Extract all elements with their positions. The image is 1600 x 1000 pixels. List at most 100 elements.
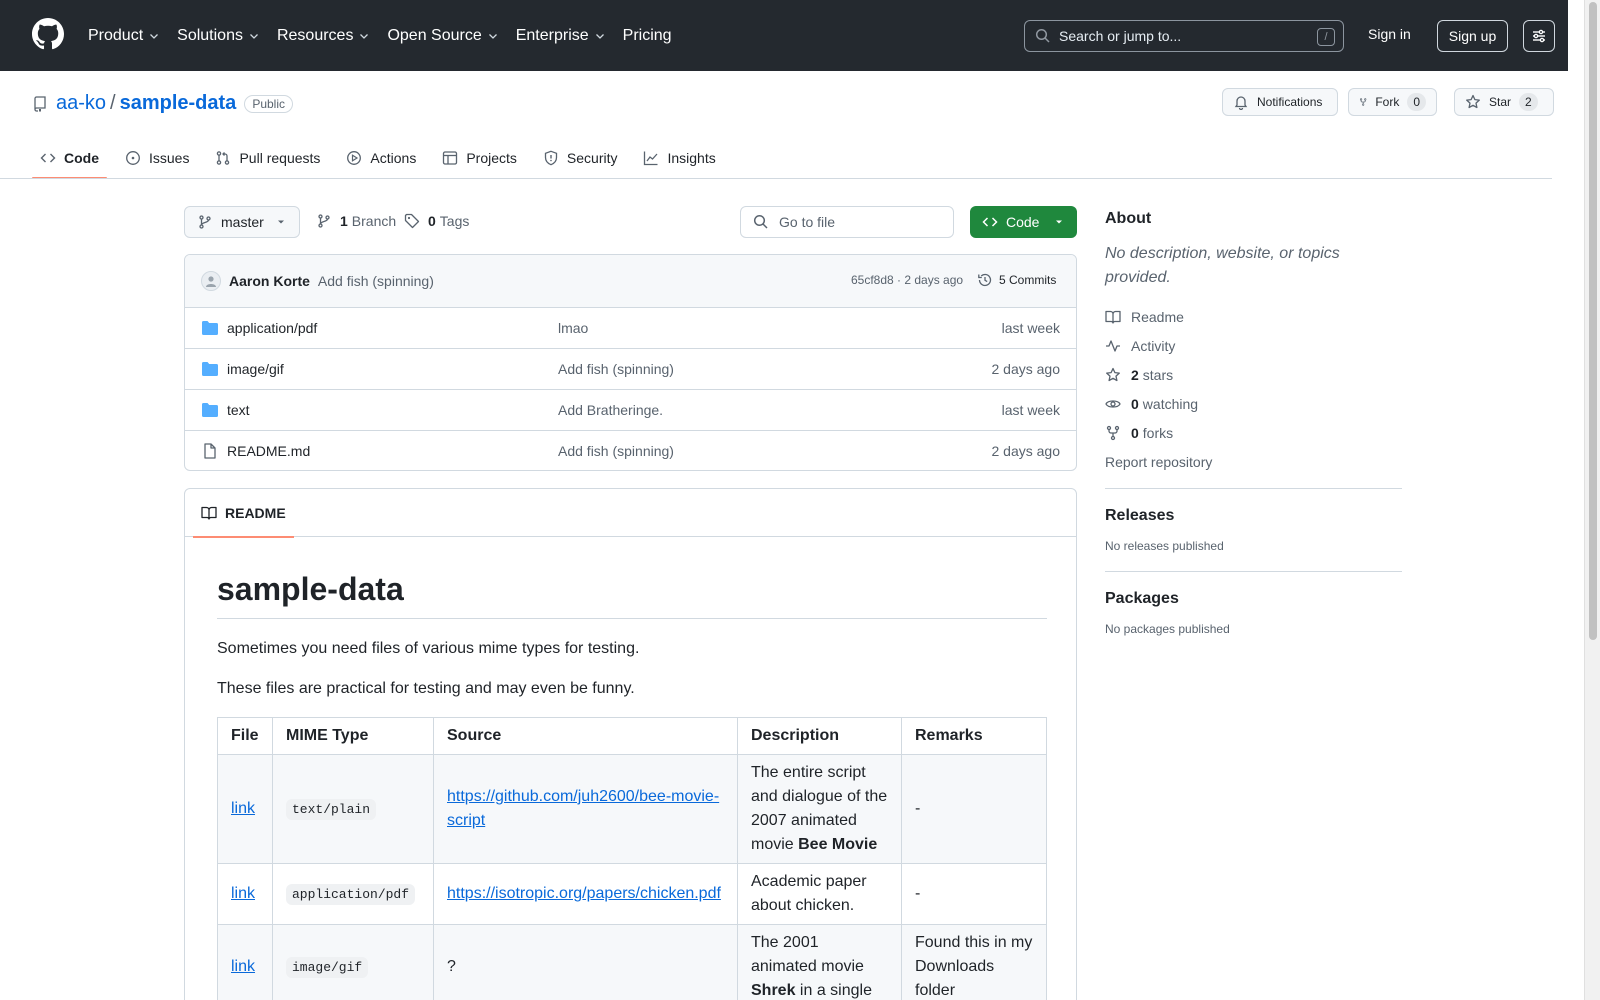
description-text: in a single (795, 982, 872, 999)
commit-hash-time[interactable]: 65cf8d8 · 2 days ago (851, 273, 963, 287)
page-scrollbar[interactable] (1584, 0, 1600, 1000)
file-name[interactable]: application/pdf (227, 320, 317, 336)
file-link[interactable]: link (231, 958, 255, 975)
avatar[interactable] (201, 271, 221, 291)
nav-resources[interactable]: Resources (277, 27, 370, 45)
sign-up-button[interactable]: Sign up (1437, 20, 1508, 52)
tabs-divider (0, 178, 1552, 179)
nav-label: Open Source (387, 26, 482, 44)
table-cell: - (901, 754, 1047, 864)
fork-icon (1106, 425, 1120, 440)
file-row[interactable]: README.md Add fish (spinning) 2 days ago (185, 431, 1076, 470)
watching-link[interactable]: 0 watching (1105, 395, 1402, 412)
file-row[interactable]: image/gif Add fish (spinning) 2 days ago (185, 349, 1076, 390)
notifications-button[interactable]: Notifications (1222, 88, 1338, 116)
file-name[interactable]: image/gif (227, 361, 284, 377)
go-to-file-input[interactable]: Go to file (740, 206, 954, 238)
tags-link[interactable]: 0 Tags (404, 213, 469, 229)
table-header: Source (433, 717, 738, 755)
file-date: 2 days ago (991, 443, 1061, 459)
forks-link[interactable]: 0 forks (1105, 424, 1402, 441)
star-button[interactable]: Star 2 (1454, 88, 1554, 116)
search-placeholder: Search or jump to... (1059, 28, 1182, 44)
chevron-down-icon (250, 33, 258, 39)
top-nav: Product Solutions Resources Open Source … (88, 0, 689, 71)
file-name[interactable]: README.md (227, 443, 310, 459)
mime-table: File MIME Type Source Description Remark… (217, 717, 1047, 1000)
packages-title[interactable]: Packages (1105, 590, 1402, 608)
report-repository-link[interactable]: Report repository (1105, 453, 1402, 470)
tab-actions[interactable]: Actions (338, 138, 424, 178)
file-commit-message[interactable]: Add fish (spinning) (558, 361, 674, 377)
stars-link[interactable]: 2 stars (1105, 366, 1402, 383)
nav-enterprise[interactable]: Enterprise (516, 27, 606, 45)
notifications-label: Notifications (1257, 95, 1323, 109)
source-link[interactable]: https://isotropic.org/papers/chicken.pdf (447, 885, 721, 902)
nav-product[interactable]: Product (88, 27, 160, 45)
user-icon (206, 276, 216, 287)
tab-label: Security (566, 150, 618, 166)
file-row[interactable]: text Add Bratheringe. last week (185, 390, 1076, 431)
tab-issues[interactable]: Issues (117, 138, 197, 178)
fork-button[interactable]: Fork 0 (1348, 88, 1437, 116)
tab-insights[interactable]: Insights (635, 138, 723, 178)
file-link[interactable]: link (231, 885, 255, 902)
commit-message[interactable]: Add fish (spinning) (318, 273, 434, 289)
releases-section: Releases No releases published (1105, 488, 1402, 553)
github-logo-icon[interactable] (32, 18, 64, 50)
mime-type: text/plain (286, 798, 377, 820)
star-count: 2 (1519, 93, 1538, 111)
sign-in-link[interactable]: Sign in (1368, 26, 1411, 42)
stars-label: stars (1142, 366, 1174, 383)
nav-pricing[interactable]: Pricing (623, 27, 672, 45)
repo-name-link[interactable]: sample-data (120, 92, 237, 115)
tab-pull-requests[interactable]: Pull requests (207, 138, 328, 178)
commits-link[interactable]: 5 Commits (977, 272, 1056, 288)
file-date: 2 days ago (991, 361, 1061, 377)
nav-label: Product (88, 26, 144, 44)
nav-label: Solutions (177, 26, 243, 44)
readme-tab[interactable]: README (193, 489, 294, 538)
branches-link[interactable]: 1 Branch (316, 213, 396, 229)
source-link[interactable]: https://github.com/juh2600/bee-movie-scr… (447, 788, 719, 829)
search-input[interactable]: Search or jump to... / (1024, 20, 1344, 52)
releases-title[interactable]: Releases (1105, 507, 1402, 525)
about-description: No description, website, or topics provi… (1105, 245, 1340, 286)
nav-label: Pricing (622, 26, 672, 44)
table-row: link image/gif ? The 2001 animated movie… (217, 924, 1047, 1000)
file-link[interactable]: link (231, 800, 255, 817)
readme-link[interactable]: Readme (1105, 308, 1402, 325)
tab-projects[interactable]: Projects (434, 138, 525, 178)
settings-menu-button[interactable] (1523, 20, 1555, 52)
scrollbar-thumb[interactable] (1589, 2, 1597, 640)
repo-tabs: Code Issues Pull requests Actions Projec… (32, 138, 734, 179)
readme-link-label: Readme (1131, 308, 1184, 325)
table-header: File (217, 717, 273, 755)
commit-author[interactable]: Aaron Korte (229, 273, 310, 289)
file-commit-message[interactable]: lmao (558, 320, 588, 336)
packages-empty-text: No packages published (1105, 622, 1230, 636)
repo-owner-link[interactable]: aa-ko (56, 92, 106, 115)
tab-code[interactable]: Code (32, 138, 107, 179)
branch-label: Branch (351, 213, 397, 229)
description-text: Academic paper about chicken. (751, 873, 867, 914)
code-dropdown-button[interactable]: Code (970, 206, 1077, 238)
nav-open-source[interactable]: Open Source (387, 27, 498, 45)
file-date: last week (1001, 402, 1060, 418)
table-cell: - (901, 863, 1047, 925)
activity-link[interactable]: Activity (1105, 337, 1402, 354)
activity-label: Activity (1131, 337, 1176, 354)
file-name[interactable]: text (227, 402, 250, 418)
search-icon (1035, 28, 1050, 43)
about-title: About (1105, 210, 1152, 227)
star-icon (1466, 94, 1480, 109)
file-commit-message[interactable]: Add Bratheringe. (558, 402, 663, 418)
branch-select-button[interactable]: master (184, 206, 300, 238)
tab-security[interactable]: Security (535, 138, 626, 178)
table-cell: The 2001 animated movie Shrek in a singl… (737, 924, 902, 1000)
file-row[interactable]: application/pdf lmao last week (185, 308, 1076, 349)
branch-icon (199, 215, 211, 229)
file-commit-message[interactable]: Add fish (spinning) (558, 443, 674, 459)
table-cell: https://github.com/juh2600/bee-movie-scr… (433, 754, 738, 864)
nav-solutions[interactable]: Solutions (177, 27, 260, 45)
